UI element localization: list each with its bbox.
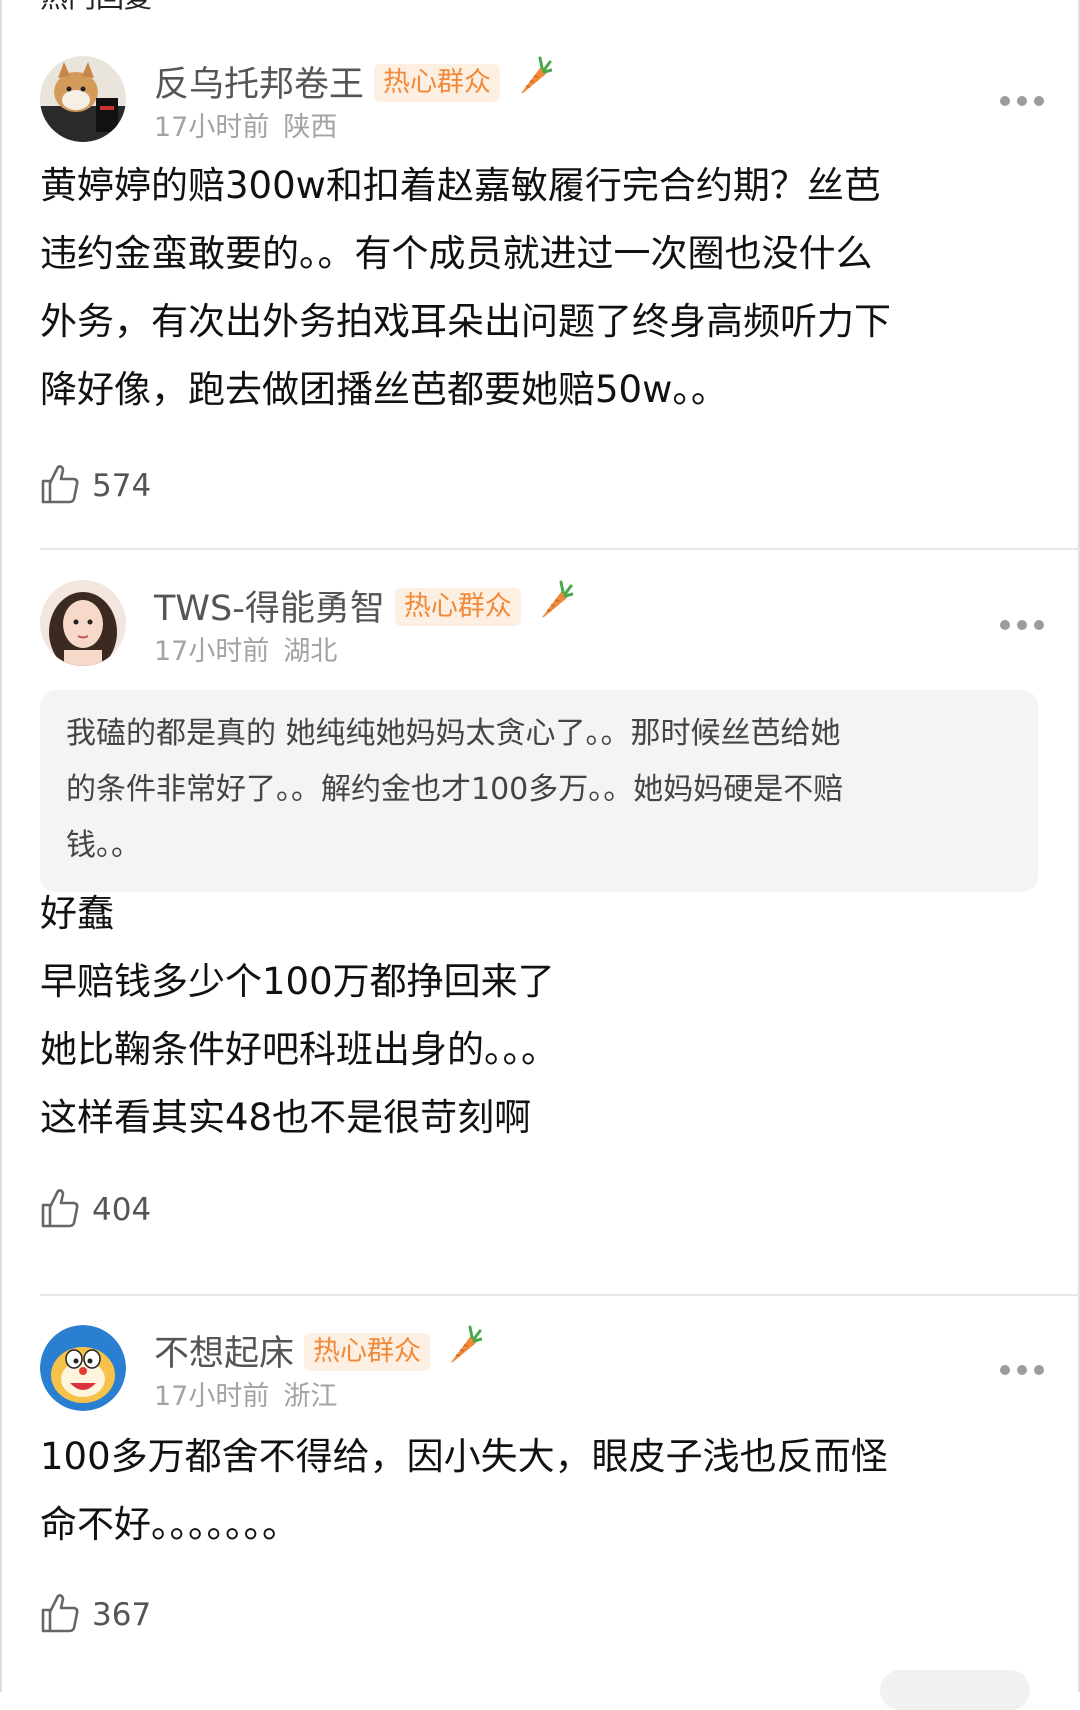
location-text: 湖北 [283, 636, 338, 667]
location-text: 陕西 [283, 112, 338, 143]
comment-meta: 17小时前 湖北 [154, 634, 337, 670]
more-dots-icon[interactable] [1000, 1365, 1044, 1377]
quote-line: 的条件非常好了。。解约金也才100多万。。她妈妈硬是不赔 [66, 772, 844, 807]
comment-line: 100多万都舍不得给，因小失大，眼皮子浅也反而怪 [40, 1435, 888, 1478]
thumbs-up-icon [40, 1592, 80, 1638]
like-button[interactable]: 574 [40, 464, 151, 508]
comment-line: 外务，有次出外务拍戏耳朵出问题了终身高频听力下 [40, 300, 891, 343]
section-title: 热门回复 [40, 0, 152, 18]
username[interactable]: 不想起床 热心群众 [154, 1325, 484, 1381]
comment-text: 好蠢 早赔钱多少个100万都挣回来了 她比鞠条件好吧科班出身的。。。 这样看其实… [40, 880, 558, 1152]
comment-line: 命不好。。。。。。。 [40, 1503, 299, 1546]
like-button[interactable]: 404 [40, 1188, 151, 1232]
quoted-reply[interactable]: 我磕的都是真的 她纯纯她妈妈太贪心了。。那时候丝芭给她 的条件非常好了。。解约金… [40, 690, 1038, 892]
username-text[interactable]: 不想起床 [154, 1334, 294, 1374]
username-text[interactable]: 反乌托邦卷王 [154, 65, 364, 105]
comment-line: 违约金蛮敢要的。。有个成员就进过一次圈也没什么 [40, 232, 873, 275]
bottom-pill[interactable] [880, 1670, 1030, 1710]
avatar[interactable] [40, 56, 126, 142]
user-badge: 热心群众 [394, 588, 521, 626]
more-dots-icon[interactable] [1000, 96, 1044, 108]
thumbs-up-icon [40, 1187, 80, 1233]
user-badge: 热心群众 [304, 1333, 431, 1371]
left-edge [0, 0, 2, 1692]
quote-line: 钱。。 [66, 828, 141, 863]
username[interactable]: 反乌托邦卷王 热心群众 [154, 56, 554, 112]
time-text: 17小时前 [154, 636, 270, 667]
username[interactable]: TWS-得能勇智 热心群众 [154, 580, 575, 636]
like-count: 574 [92, 468, 152, 504]
avatar[interactable] [40, 1325, 126, 1411]
comment-line: 早赔钱多少个100万都挣回来了 [40, 960, 555, 1003]
carrot-icon [537, 580, 575, 632]
divider [40, 548, 1080, 550]
comment-line: 降好像，跑去做团播丝芭都要她赔50w。。 [40, 368, 728, 411]
more-dots-icon[interactable] [1000, 620, 1044, 632]
comment-line: 这样看其实48也不是很苛刻啊 [40, 1096, 532, 1139]
quote-line: 我磕的都是真的 她纯纯她妈妈太贪心了。。那时候丝芭给她 [66, 716, 841, 751]
comment-text: 100多万都舍不得给，因小失大，眼皮子浅也反而怪 命不好。。。。。。。 [40, 1423, 888, 1559]
username-text[interactable]: TWS-得能勇智 [154, 589, 385, 629]
time-text: 17小时前 [154, 112, 270, 143]
location-text: 浙江 [283, 1381, 338, 1412]
carrot-icon [446, 1325, 484, 1377]
comment-line: 她比鞠条件好吧科班出身的。。。 [40, 1028, 558, 1071]
comment-line: 黄婷婷的赔300w和扣着赵嘉敏履行完合约期？丝芭 [40, 164, 881, 207]
carrot-icon [516, 56, 554, 108]
comment-meta: 17小时前 浙江 [154, 1379, 337, 1415]
avatar[interactable] [40, 580, 126, 666]
like-count: 404 [92, 1192, 152, 1228]
like-count: 367 [92, 1597, 152, 1633]
thumbs-up-icon [40, 463, 80, 509]
like-button[interactable]: 367 [40, 1593, 151, 1637]
divider [40, 1294, 1080, 1296]
comment-line: 好蠢 [40, 892, 114, 935]
user-badge: 热心群众 [374, 64, 501, 102]
comment-text: 黄婷婷的赔300w和扣着赵嘉敏履行完合约期？丝芭 违约金蛮敢要的。。有个成员就进… [40, 152, 891, 424]
comment-meta: 17小时前 陕西 [154, 110, 337, 146]
time-text: 17小时前 [154, 1381, 270, 1412]
